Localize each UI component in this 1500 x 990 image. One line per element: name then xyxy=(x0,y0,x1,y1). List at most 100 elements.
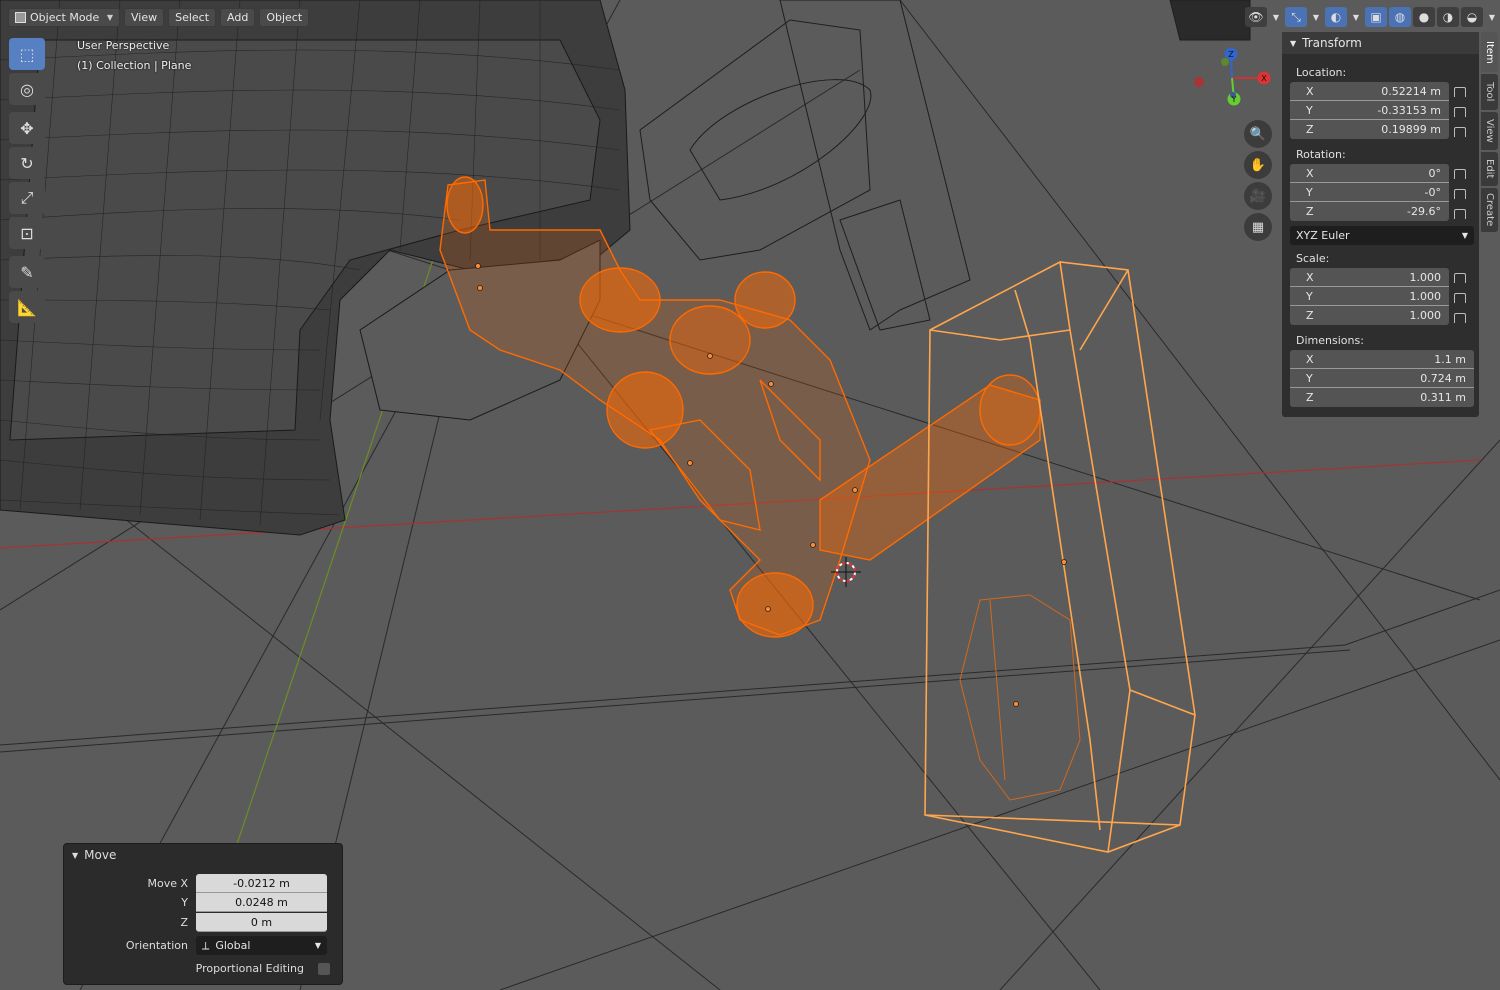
move-z-label: Z xyxy=(180,916,188,929)
gizmo-toggle-icon[interactable]: ⤡ xyxy=(1285,7,1307,27)
lock-icon[interactable] xyxy=(1454,313,1466,323)
viewport-shading-header: 👁 ▼ ⤡ ▼ ◐ ▼ ▣ ◍ ● ◑ ◒ ▼ xyxy=(1245,6,1499,28)
dimensions-z-value: 0.311 m xyxy=(1420,391,1466,404)
move-icon: ✥ xyxy=(20,118,34,138)
orientation-dropdown[interactable]: ⟂ Global ▼ xyxy=(196,936,327,955)
axis-label: Y xyxy=(1306,289,1313,303)
solid-shading-icon[interactable]: ● xyxy=(1413,7,1435,27)
dimensions-z-field[interactable]: Z 0.311 m xyxy=(1290,388,1474,407)
chevron-down-icon[interactable]: ▼ xyxy=(1349,7,1363,27)
chevron-down-icon: ▼ xyxy=(314,941,321,950)
tab-view[interactable]: View xyxy=(1481,112,1498,150)
dimensions-y-field[interactable]: Y 0.724 m xyxy=(1290,369,1474,388)
proportional-row: Proportional Editing xyxy=(64,959,344,978)
menu-object[interactable]: Object xyxy=(259,7,310,27)
axis-label: Z xyxy=(1306,309,1314,322)
rotation-mode-value: XYZ Euler xyxy=(1296,229,1350,242)
move-panel-header[interactable]: ▼ Move xyxy=(64,844,342,866)
lock-icon[interactable] xyxy=(1454,87,1466,97)
scale-fields: X 1.000 Y 1.000 Z 1.000 xyxy=(1290,268,1449,325)
lock-icon[interactable] xyxy=(1454,189,1466,199)
move-x-field[interactable]: -0.0212 m xyxy=(196,874,327,893)
measure-tool[interactable]: 📐 xyxy=(9,291,45,323)
move-x-label: Move X xyxy=(147,877,188,890)
annotate-tool[interactable]: ✎ xyxy=(9,256,45,288)
ortho-grid-icon[interactable]: ▦ xyxy=(1244,213,1272,241)
chevron-down-icon[interactable]: ▼ xyxy=(1309,7,1323,27)
lock-icon[interactable] xyxy=(1454,107,1466,117)
chevron-down-icon[interactable]: ▼ xyxy=(1269,7,1283,27)
orientation-label: Orientation xyxy=(125,939,188,952)
overlay-toggle-icon[interactable]: ◐ xyxy=(1325,7,1347,27)
move-tool[interactable]: ✥ xyxy=(9,112,45,144)
wireframe-shading-icon[interactable]: ◍ xyxy=(1389,7,1411,27)
proportional-checkbox[interactable] xyxy=(318,962,330,975)
orientation-value: Global xyxy=(215,939,251,952)
gizmo-z-label: Z xyxy=(1228,50,1234,59)
rotation-y-field[interactable]: Y -0° xyxy=(1290,183,1449,202)
menu-select[interactable]: Select xyxy=(168,7,217,27)
dimensions-fields: X 1.1 m Y 0.724 m Z 0.311 m xyxy=(1290,350,1474,407)
scale-x-field[interactable]: X 1.000 xyxy=(1290,268,1449,287)
lock-icon[interactable] xyxy=(1454,293,1466,303)
scale-y-field[interactable]: Y 1.000 xyxy=(1290,287,1449,306)
chevron-down-icon: ▼ xyxy=(106,12,113,22)
material-shading-icon[interactable]: ◑ xyxy=(1437,7,1459,27)
scale-icon: ⤢ xyxy=(20,188,34,207)
axis-label: Y xyxy=(1306,103,1313,117)
transform-panel-header[interactable]: ▼ Transform xyxy=(1282,32,1479,54)
rotation-z-value: -29.6° xyxy=(1407,205,1441,218)
xray-toggle-icon[interactable]: ▣ xyxy=(1365,7,1387,27)
chevron-down-icon[interactable]: ▼ xyxy=(1485,7,1499,27)
pan-hand-icon[interactable]: ✋ xyxy=(1244,151,1272,179)
location-x-field[interactable]: X 0.52214 m xyxy=(1290,82,1449,101)
lock-icon[interactable] xyxy=(1454,273,1466,283)
tab-tool[interactable]: Tool xyxy=(1481,74,1498,110)
perspective-label: User Perspective xyxy=(77,39,170,52)
tab-item[interactable]: Item xyxy=(1481,32,1498,72)
tab-edit[interactable]: Edit xyxy=(1481,152,1498,186)
visibility-icon[interactable]: 👁 xyxy=(1245,7,1267,27)
rotation-z-field[interactable]: Z -29.6° xyxy=(1290,202,1449,221)
scale-z-field[interactable]: Z 1.000 xyxy=(1290,306,1449,325)
location-fields: X 0.52214 m Y -0.33153 m Z 0.19899 m xyxy=(1290,82,1449,139)
transform-icon: ⊡ xyxy=(20,223,34,243)
mode-selector[interactable]: Object Mode ▼ xyxy=(8,7,120,27)
dimensions-label: Dimensions: xyxy=(1296,334,1364,347)
axis-label: X xyxy=(1306,352,1314,366)
lock-icon[interactable] xyxy=(1454,169,1466,179)
menu-view[interactable]: View xyxy=(124,7,165,27)
transform-title: Transform xyxy=(1302,36,1362,50)
camera-icon[interactable]: 🎥 xyxy=(1244,182,1272,210)
rendered-shading-icon[interactable]: ◒ xyxy=(1461,7,1483,27)
rotation-mode-dropdown[interactable]: XYZ Euler ▼ xyxy=(1290,226,1474,245)
scale-tool[interactable]: ⤢ xyxy=(9,182,45,214)
sidebar-tabs: Item Tool View Edit Create xyxy=(1481,32,1498,234)
rotation-y-value: -0° xyxy=(1424,185,1441,199)
dimensions-x-field[interactable]: X 1.1 m xyxy=(1290,350,1474,369)
select-box-tool[interactable]: ⬚ xyxy=(9,38,45,70)
location-z-value: 0.19899 m xyxy=(1381,123,1441,136)
object-mode-icon xyxy=(15,11,26,23)
lock-icon[interactable] xyxy=(1454,127,1466,137)
location-z-field[interactable]: Z 0.19899 m xyxy=(1290,120,1449,139)
rotate-tool[interactable]: ↻ xyxy=(9,147,45,179)
location-y-field[interactable]: Y -0.33153 m xyxy=(1290,101,1449,120)
lock-icon[interactable] xyxy=(1454,209,1466,219)
cursor-icon: ◎ xyxy=(20,79,34,99)
axis-label: Y xyxy=(1306,185,1313,199)
sidebar-transform-panel: ▼ Transform Location: X 0.52214 m Y -0.331… xyxy=(1282,32,1479,417)
rotation-x-field[interactable]: X 0° xyxy=(1290,164,1449,183)
move-y-field[interactable]: 0.0248 m xyxy=(196,893,327,912)
move-y-label: Y xyxy=(181,896,188,909)
3d-viewport[interactable]: X Y Z xyxy=(0,0,1500,990)
zoom-icon[interactable]: 🔍 xyxy=(1244,120,1272,148)
tab-create[interactable]: Create xyxy=(1481,188,1498,232)
axis-label: X xyxy=(1306,166,1314,180)
transform-tool[interactable]: ⊡ xyxy=(9,217,45,249)
menu-add[interactable]: Add xyxy=(220,7,256,27)
mode-label: Object Mode xyxy=(30,10,100,24)
cursor-tool[interactable]: ◎ xyxy=(9,73,45,105)
move-z-field[interactable]: 0 m xyxy=(196,913,327,932)
axis-label: X xyxy=(1306,84,1314,98)
